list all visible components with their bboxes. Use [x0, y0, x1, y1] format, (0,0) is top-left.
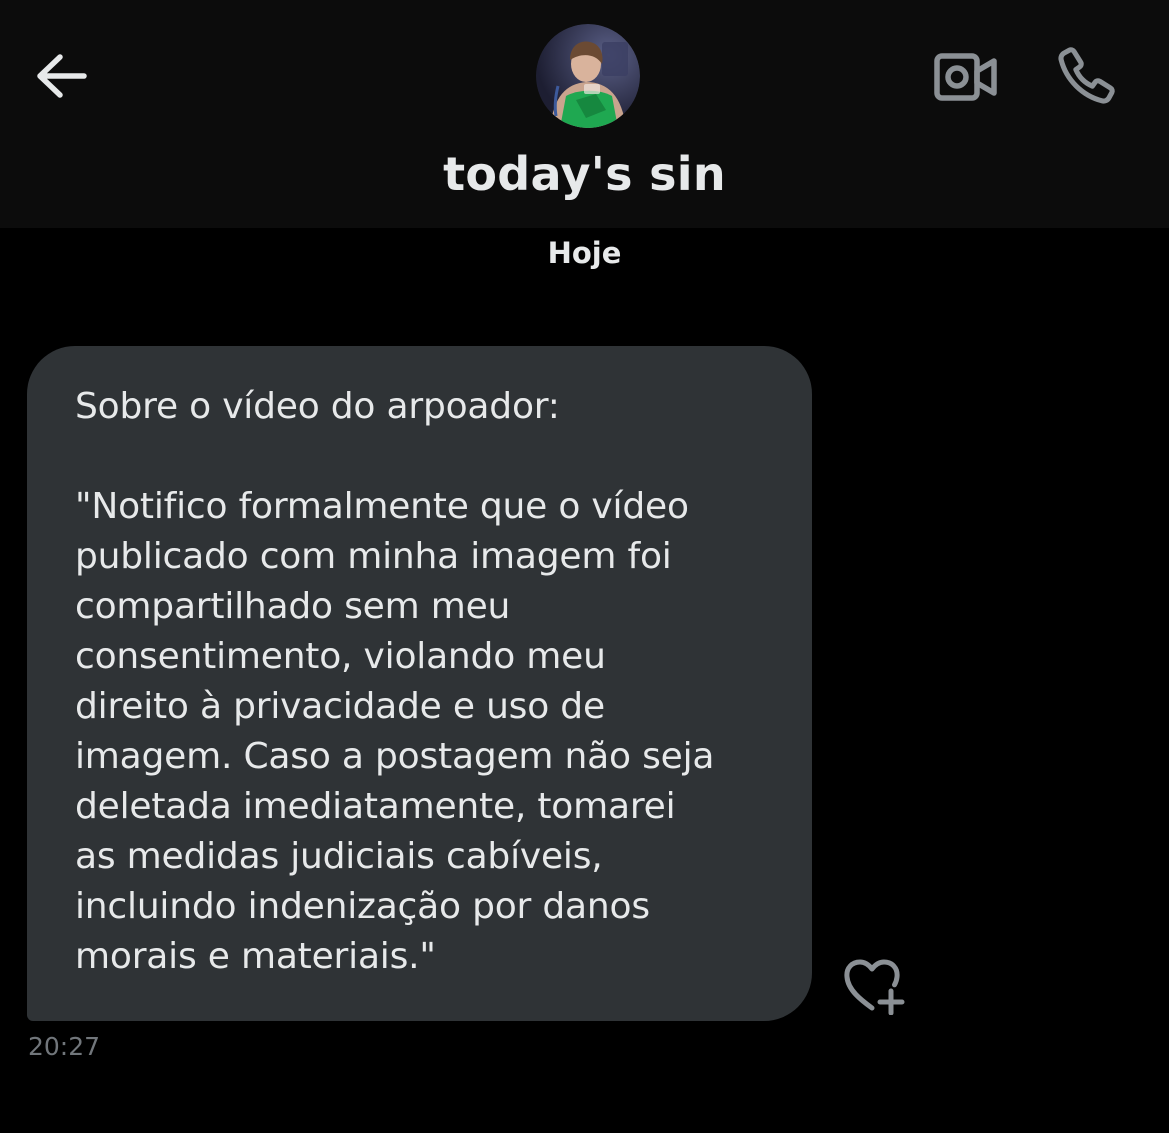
avatar[interactable]: [536, 24, 640, 128]
video-call-button[interactable]: [930, 44, 1002, 110]
message-bubble[interactable]: Sobre o vídeo do arpoador: "Notifico for…: [27, 346, 812, 1021]
message-text: Sobre o vídeo do arpoador: "Notifico for…: [75, 386, 715, 977]
avatar-image: [536, 24, 640, 128]
contact-name[interactable]: today's sin: [0, 144, 1169, 204]
add-reaction-button[interactable]: [838, 954, 910, 1018]
heart-plus-icon: [844, 959, 905, 1015]
voice-call-button[interactable]: [1050, 40, 1122, 112]
day-divider: Hoje: [547, 236, 622, 270]
arrow-left-icon: [37, 54, 87, 98]
phone-icon: [1058, 47, 1115, 104]
back-button[interactable]: [28, 48, 92, 104]
video-camera-icon: [934, 53, 997, 101]
chat-header: today's sin: [0, 0, 1169, 228]
message-timestamp: 20:27: [28, 1032, 101, 1061]
